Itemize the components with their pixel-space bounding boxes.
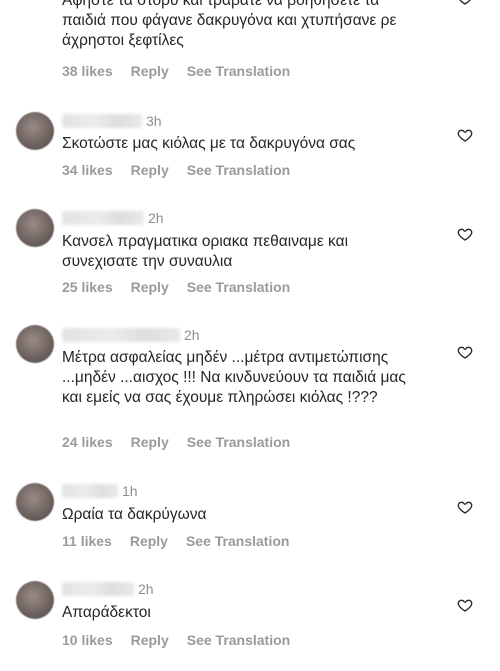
reply-button[interactable]: Reply <box>131 279 169 295</box>
likes-count[interactable]: 10 likes <box>62 632 113 648</box>
see-translation-link[interactable]: See Translation <box>187 63 290 79</box>
comment-text: Σκοτώστε μας κιόλας με τα δακρυγόνα σας <box>62 135 356 152</box>
see-translation-link[interactable]: See Translation <box>187 434 290 450</box>
comments-screen: Αφήστε τα στορυ και τραβάτε να βοηθήσετε… <box>0 0 500 671</box>
see-translation-link[interactable]: See Translation <box>186 533 289 549</box>
comment-text: Μέτρα ασφαλείας μηδέν ...μέτρα αντιμετώπ… <box>62 349 406 406</box>
likes-count[interactable]: 38 likes <box>62 63 113 79</box>
likes-count[interactable]: 34 likes <box>62 162 113 178</box>
reply-button[interactable]: Reply <box>131 63 169 79</box>
avatar[interactable] <box>16 483 54 521</box>
heart-outline-icon[interactable] <box>457 0 473 6</box>
comment-actions: 10 likes Reply See Translation <box>62 632 308 648</box>
comment-header: 2h <box>62 580 154 600</box>
username[interactable] <box>62 327 180 342</box>
comment-time: 3h <box>146 112 162 129</box>
comment-header: 1h <box>62 482 138 502</box>
comment-actions: 34 likes Reply See Translation <box>62 162 308 178</box>
likes-count[interactable]: 25 likes <box>62 279 113 295</box>
heart-outline-icon[interactable] <box>457 127 473 143</box>
heart-outline-icon[interactable] <box>457 344 473 360</box>
comment-text: Κανσελ πραγματικα οριακα πεθαιναμε και σ… <box>62 233 349 270</box>
comment-actions: 11 likes Reply See Translation <box>62 533 307 549</box>
comment-time: 1h <box>122 482 138 499</box>
comment-text: Απαράδεκτοι <box>62 604 151 621</box>
comment-header: 3h <box>62 112 162 132</box>
comment-actions: 25 likes Reply See Translation <box>62 279 308 295</box>
reply-button[interactable]: Reply <box>130 533 168 549</box>
comment-header: 2h <box>62 209 164 229</box>
avatar[interactable] <box>16 581 54 619</box>
see-translation-link[interactable]: See Translation <box>187 632 290 648</box>
username[interactable] <box>62 483 118 498</box>
heart-outline-icon[interactable] <box>457 499 473 515</box>
comment-header: 2h <box>62 326 200 346</box>
comment-time: 2h <box>148 209 164 226</box>
username[interactable] <box>62 210 144 225</box>
likes-count[interactable]: 11 likes <box>62 533 112 549</box>
heart-outline-icon[interactable] <box>457 226 473 242</box>
comment-actions: 24 likes Reply See Translation <box>62 434 308 450</box>
likes-count[interactable]: 24 likes <box>62 434 113 450</box>
reply-button[interactable]: Reply <box>131 434 169 450</box>
comment-text: Αφήστε τα στορυ και τραβάτε να βοηθήσετε… <box>62 0 397 49</box>
reply-button[interactable]: Reply <box>131 162 169 178</box>
reply-button[interactable]: Reply <box>131 632 169 648</box>
avatar[interactable] <box>16 112 54 150</box>
avatar[interactable] <box>16 325 54 363</box>
username[interactable] <box>62 113 142 128</box>
avatar[interactable] <box>16 209 54 247</box>
comment-text: Ωραία τα δακρύγωνα <box>62 506 207 523</box>
heart-outline-icon[interactable] <box>457 597 473 613</box>
comment-actions: 38 likes Reply See Translation <box>62 63 308 79</box>
username[interactable] <box>62 581 134 596</box>
comment-time: 2h <box>138 580 154 597</box>
comment-time: 2h <box>184 326 200 343</box>
see-translation-link[interactable]: See Translation <box>187 162 290 178</box>
see-translation-link[interactable]: See Translation <box>187 279 290 295</box>
